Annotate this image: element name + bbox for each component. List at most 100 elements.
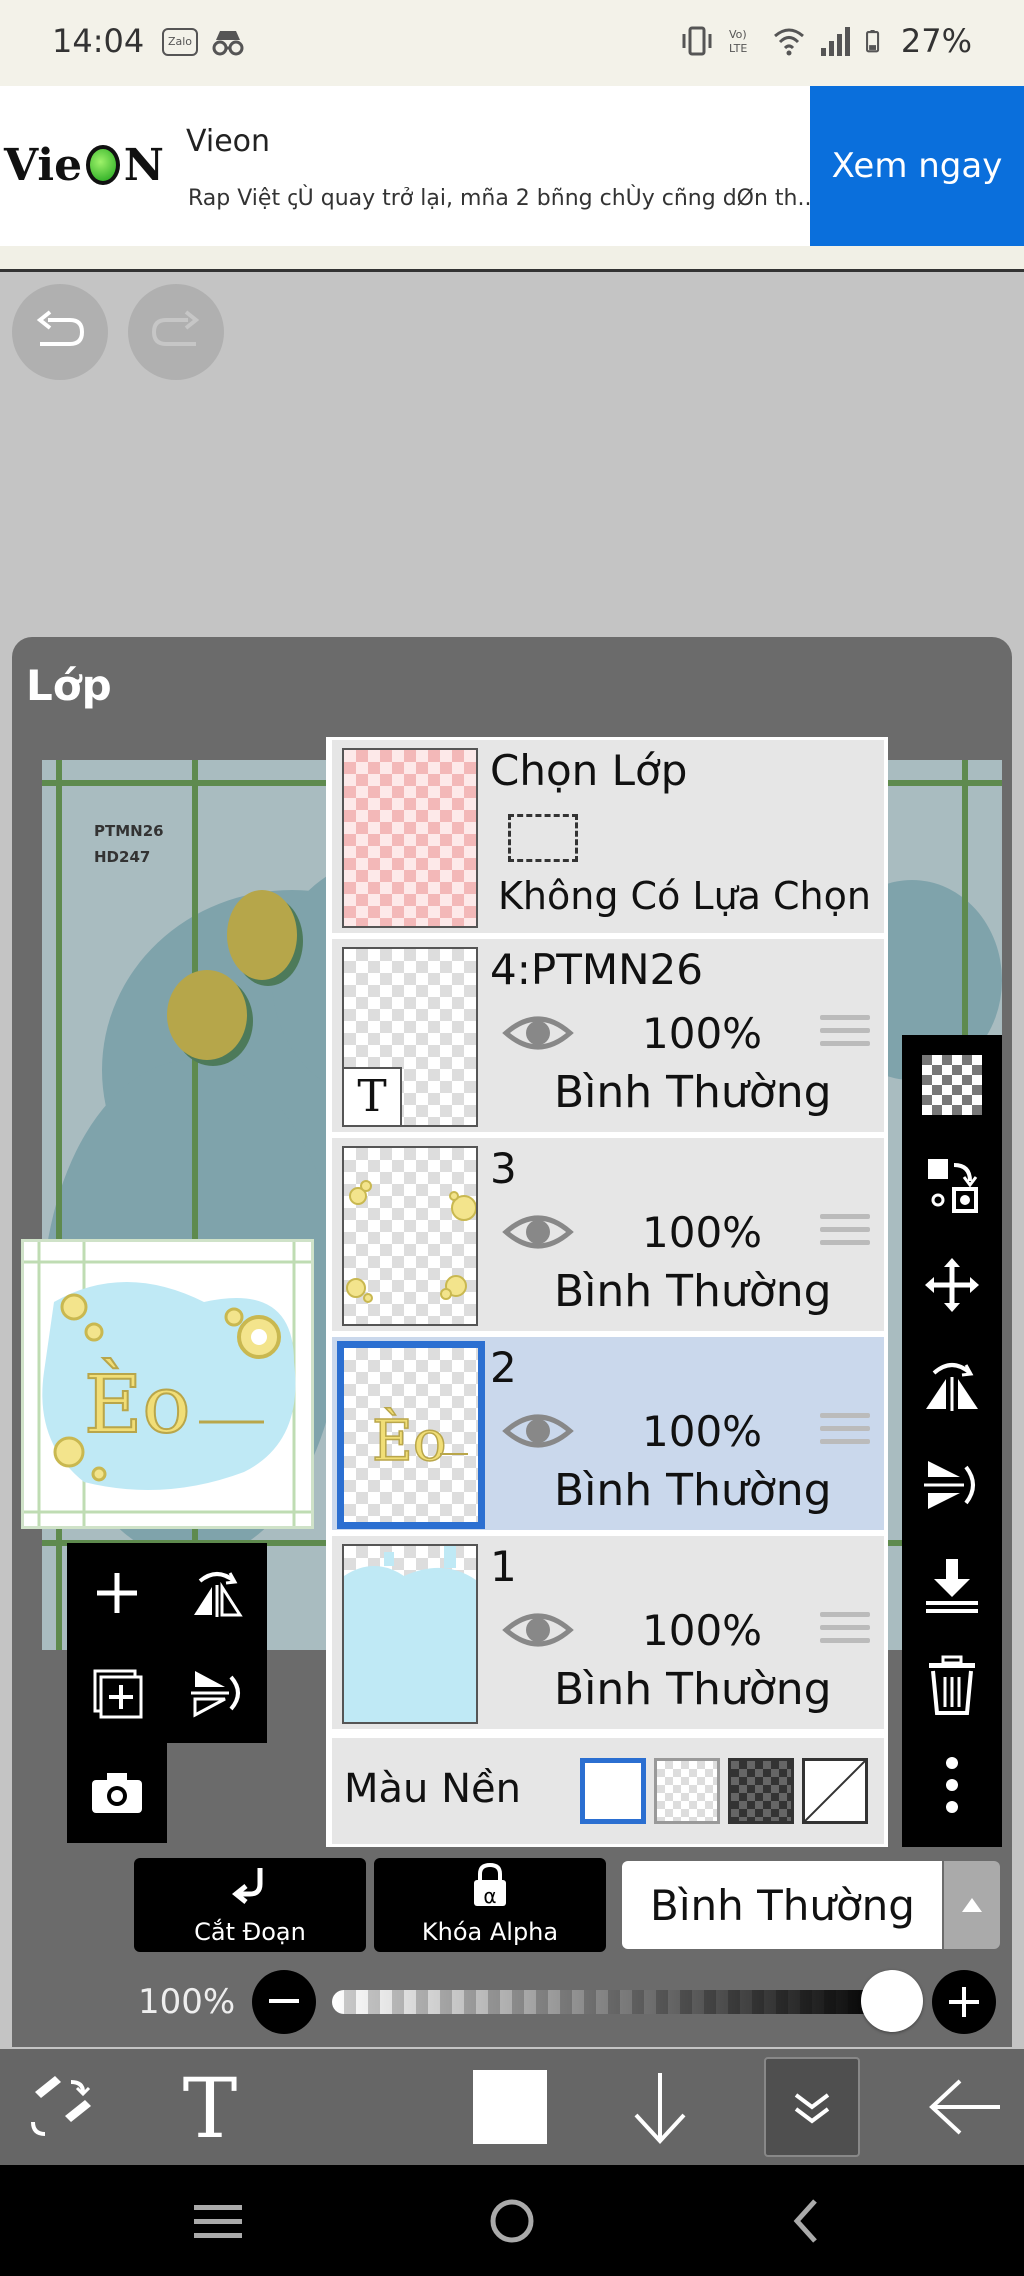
drag-handle-icon[interactable] bbox=[820, 1413, 870, 1453]
home-button[interactable] bbox=[452, 2165, 572, 2276]
visibility-eye-icon[interactable] bbox=[502, 1208, 574, 1256]
visibility-eye-icon[interactable] bbox=[502, 1606, 574, 1654]
bottom-toolbar: T bbox=[0, 2049, 1024, 2165]
add-copy-layer-button[interactable] bbox=[67, 1643, 167, 1743]
flip-horizontal-icon bbox=[194, 1572, 243, 1617]
panel-title: Lớp bbox=[26, 661, 112, 710]
trash-icon bbox=[929, 1655, 975, 1715]
ad-banner[interactable]: Vie N Vieon Rap Việt ꞔÙ quay trở lại, mñ… bbox=[0, 86, 1024, 246]
layer-name: 4:PTMN26 bbox=[490, 945, 703, 994]
ad-title: Vieon bbox=[186, 124, 271, 159]
transform-swap-button[interactable] bbox=[902, 1135, 1002, 1235]
layers-panel-toggle-button[interactable] bbox=[764, 2057, 860, 2157]
back-button[interactable] bbox=[746, 2165, 866, 2276]
flip-vertical-icon bbox=[924, 1461, 975, 1509]
opacity-slider-knob[interactable] bbox=[861, 1970, 923, 2032]
more-options-button[interactable] bbox=[902, 1735, 1002, 1835]
drag-handle-icon[interactable] bbox=[820, 1015, 870, 1055]
drag-handle-icon[interactable] bbox=[820, 1612, 870, 1652]
text-tool-button[interactable]: T bbox=[160, 2049, 260, 2165]
alpha-lock-label: Khóa Alpha bbox=[421, 1918, 559, 1946]
flip-horizontal-icon bbox=[926, 1363, 978, 1411]
layer-opacity: 100% bbox=[642, 1407, 763, 1456]
checkerboard-icon bbox=[922, 1055, 982, 1115]
layer-row-2[interactable]: Èo 2 100% Bình Thường bbox=[332, 1337, 884, 1533]
opacity-slider-track[interactable] bbox=[332, 1990, 892, 2014]
layer-name: 3 bbox=[490, 1144, 517, 1193]
ad-divider bbox=[0, 246, 1024, 272]
incognito-icon bbox=[210, 28, 246, 56]
wifi-icon bbox=[773, 28, 804, 56]
ad-cta-button[interactable]: Xem ngay bbox=[810, 86, 1024, 246]
back-arrow-button[interactable] bbox=[914, 2049, 1014, 2165]
visibility-eye-icon[interactable] bbox=[502, 1009, 574, 1057]
move-arrows-icon bbox=[925, 1258, 979, 1312]
plus-icon bbox=[949, 1987, 979, 2017]
background-color-label: Màu Nền bbox=[344, 1766, 521, 1812]
camera-button[interactable] bbox=[67, 1743, 167, 1843]
layer-blend-mode: Bình Thường bbox=[554, 1465, 832, 1516]
minus-icon bbox=[269, 1999, 299, 2003]
layer-row-4[interactable]: T 4:PTMN26 100% Bình Thường bbox=[332, 939, 884, 1135]
transform-tool-button[interactable] bbox=[10, 2049, 110, 2165]
merge-down-button[interactable] bbox=[902, 1535, 1002, 1635]
signal-icon bbox=[820, 27, 850, 56]
down-arrow-button[interactable] bbox=[610, 2049, 710, 2165]
drag-handle-icon[interactable] bbox=[820, 1214, 870, 1254]
layer-name: 1 bbox=[490, 1542, 517, 1591]
undo-button[interactable] bbox=[12, 284, 108, 380]
layer-opacity: 100% bbox=[642, 1208, 763, 1257]
delete-layer-button[interactable] bbox=[902, 1635, 1002, 1735]
alpha-lock-glyph: α bbox=[483, 1884, 497, 1908]
bg-swatch-transparent-light[interactable] bbox=[654, 1758, 720, 1824]
left-toolbox bbox=[67, 1543, 267, 1743]
bg-swatch-none[interactable] bbox=[802, 1758, 868, 1824]
transparency-checker-button[interactable] bbox=[902, 1035, 1002, 1135]
layer-name: 2 bbox=[490, 1343, 517, 1392]
svg-text:LTE: LTE bbox=[729, 42, 747, 55]
visibility-eye-icon[interactable] bbox=[502, 1407, 574, 1455]
alpha-lock-button[interactable]: α Khóa Alpha bbox=[374, 1858, 606, 1952]
bg-text-line2: HD247 bbox=[94, 848, 151, 866]
svg-text:T: T bbox=[183, 2069, 238, 2145]
status-right: Vo) LTE 27% bbox=[681, 22, 972, 60]
svg-text:Èo: Èo bbox=[84, 1357, 191, 1451]
triangle-up-icon bbox=[962, 1898, 982, 1912]
color-swatch-button[interactable] bbox=[460, 2049, 560, 2165]
vieon-logo: Vie N bbox=[4, 130, 164, 200]
logo-text-right: N bbox=[123, 139, 164, 191]
flip-vertical-layer-button[interactable] bbox=[167, 1643, 267, 1743]
opacity-increase-button[interactable] bbox=[932, 1970, 996, 2034]
layer-row-1[interactable]: 1 100% Bình Thường bbox=[332, 1536, 884, 1732]
background-color-row: Màu Nền bbox=[332, 1738, 884, 1844]
layer-thumbnail bbox=[342, 1146, 478, 1326]
blend-mode-select[interactable]: Bình Thường bbox=[622, 1861, 942, 1949]
flip-vertical-button[interactable] bbox=[902, 1435, 1002, 1535]
home-circle-icon bbox=[490, 2199, 534, 2242]
layer-blend-mode: Bình Thường bbox=[554, 1067, 832, 1118]
bg-swatch-transparent-dark[interactable] bbox=[728, 1758, 794, 1824]
layer-thumbnail bbox=[342, 1544, 478, 1724]
layer-row-3[interactable]: 3 100% Bình Thường bbox=[332, 1138, 884, 1334]
camera-toolbox bbox=[67, 1743, 167, 1843]
flip-horizontal-button[interactable] bbox=[902, 1335, 1002, 1435]
bg-swatch-white[interactable] bbox=[580, 1758, 646, 1824]
selection-layer-row[interactable]: Chọn Lớp Không Có Lựa Chọn bbox=[332, 740, 884, 936]
bg-text-line1: PTMN26 bbox=[94, 822, 164, 840]
redo-button[interactable] bbox=[128, 284, 224, 380]
opacity-decrease-button[interactable] bbox=[252, 1970, 316, 2034]
recent-apps-button[interactable] bbox=[158, 2165, 278, 2276]
blend-mode-dropdown-button[interactable] bbox=[944, 1861, 1000, 1949]
clipping-label: Cắt Đoạn bbox=[194, 1918, 306, 1946]
flip-horizontal-layer-button[interactable] bbox=[167, 1543, 267, 1643]
layer-opacity: 100% bbox=[642, 1606, 763, 1655]
move-button[interactable] bbox=[902, 1235, 1002, 1335]
add-layer-button[interactable] bbox=[67, 1543, 167, 1643]
layer-thumbnail: T bbox=[342, 947, 478, 1127]
ad-text: Rap Việt ꞔÙ quay trở lại, mña 2 bñng chÙ… bbox=[188, 186, 819, 211]
status-time: 14:04 bbox=[52, 22, 145, 60]
current-color-swatch bbox=[473, 2070, 547, 2144]
clipping-button[interactable]: Cắt Đoạn bbox=[134, 1858, 366, 1952]
selection-layer-thumbnail bbox=[342, 748, 478, 928]
svg-text:Èo: Èo bbox=[372, 1407, 447, 1474]
